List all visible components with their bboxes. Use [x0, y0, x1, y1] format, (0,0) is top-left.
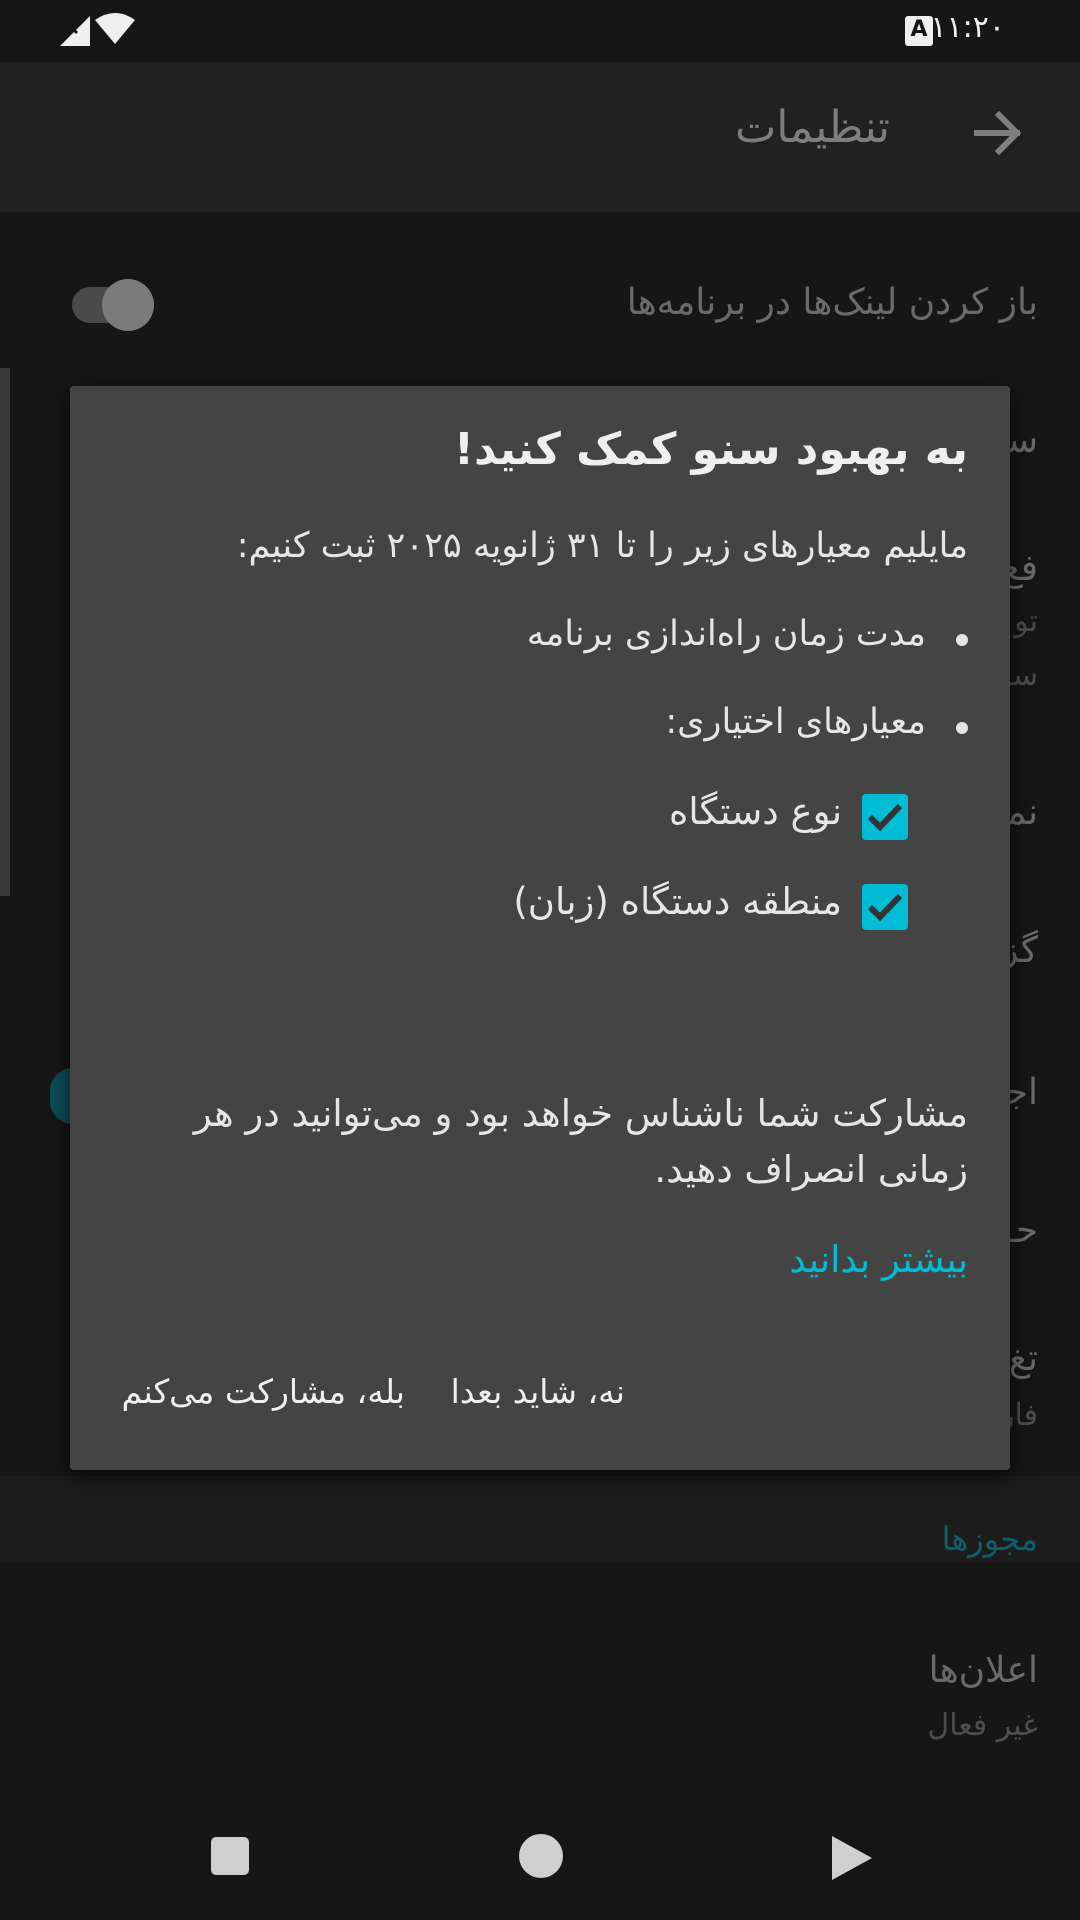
device-region-label[interactable]: منطقه دستگاه (زبان) [513, 880, 842, 923]
open-links-setting[interactable]: باز کردن لینک‌ها در برنامه‌ها [627, 282, 1038, 323]
section-divider [0, 1476, 1080, 1562]
metrics-consent-dialog: به بهبود سنو کمک کنید! مایلیم معیارهای ز… [70, 386, 1010, 1470]
partial-setting-sub: تو [1014, 604, 1038, 639]
anonymous-note: مشارکت شما ناشناس خواهد بود و می‌توانید … [193, 1092, 968, 1191]
dialog-intro: مایلیم معیارهای زیر را تا ۳۱ ژانویه ۲۰۲۵… [236, 526, 968, 566]
nav-back-icon[interactable] [830, 1834, 874, 1882]
signal-icon [60, 16, 90, 46]
learn-more-link[interactable]: بیشتر بدانید [789, 1238, 968, 1281]
check-icon [867, 893, 903, 922]
bullet-dot [956, 722, 968, 734]
recents-icon[interactable] [211, 1837, 249, 1875]
notifications-setting[interactable]: اعلان‌ها [929, 1650, 1038, 1691]
home-icon[interactable] [519, 1834, 563, 1878]
device-type-label[interactable]: نوع دستگاه [669, 790, 842, 833]
toggle-knob [102, 279, 154, 331]
check-icon [867, 803, 903, 832]
dialog-title: به بهبود سنو کمک کنید! [453, 424, 968, 475]
arrow-right-icon[interactable] [973, 107, 1025, 159]
app-bar: تنظیمات [0, 62, 1080, 212]
bullet-item: مدت زمان راه‌اندازی برنامه [526, 614, 926, 654]
bullet-item: معیارهای اختیاری: [665, 702, 926, 742]
status-bar: A ۱۱:۲۰ [0, 0, 1080, 62]
device-type-checkbox[interactable] [862, 794, 908, 840]
decline-button[interactable]: نه، شاید بعدا [451, 1372, 625, 1411]
scrollbar[interactable] [0, 368, 10, 896]
partial-setting-row: تغ [1008, 1338, 1038, 1379]
notification-a-icon: A [905, 16, 933, 46]
notifications-value: غیر فعال [927, 1708, 1038, 1743]
device-region-checkbox[interactable] [862, 884, 908, 930]
bullet-dot [956, 634, 968, 646]
partial-setting-row: حـ [1005, 1210, 1038, 1251]
wifi-icon [95, 13, 135, 44]
permissions-section-header: مجوزها [941, 1520, 1038, 1558]
navigation-bar [0, 1790, 1080, 1920]
page-title: تنظیمات [734, 102, 890, 153]
status-time: ۱۱:۲۰ [930, 10, 1005, 45]
accept-button[interactable]: بله، مشارکت می‌کنم [122, 1372, 405, 1411]
